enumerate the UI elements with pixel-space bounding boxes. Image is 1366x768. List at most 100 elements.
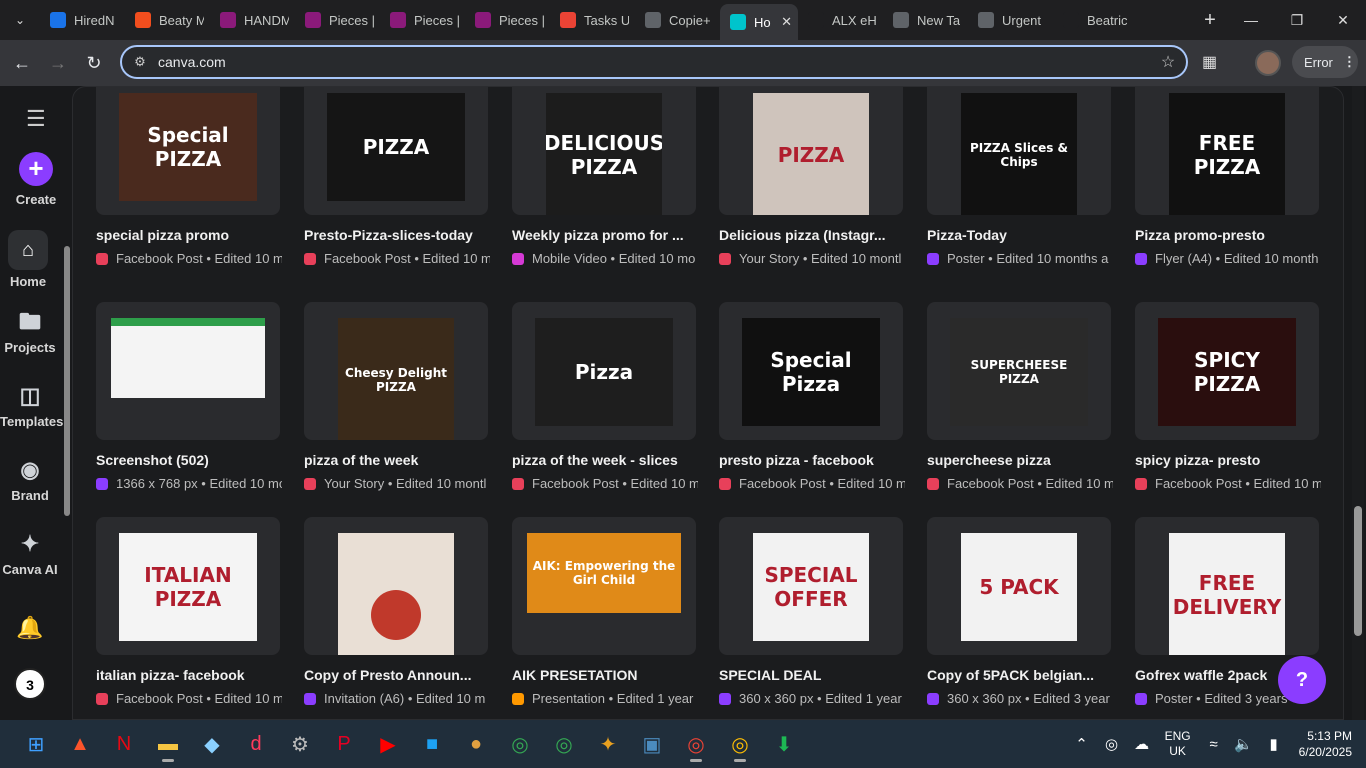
browser-tab[interactable]: Urgent [968, 4, 1053, 36]
design-title[interactable]: Presto-Pizza-slices-today [304, 227, 494, 243]
design-thumbnail[interactable]: 5 PACK [927, 517, 1111, 655]
design-card[interactable]: SPICY PIZZA spicy pizza- presto Facebook P… [1135, 302, 1321, 491]
language-indicator[interactable]: ENG UK [1165, 729, 1191, 759]
new-tab-button[interactable]: + [1192, 9, 1228, 32]
design-card[interactable]: PIZZA Delicious pizza (Instagr... Your Sto… [719, 87, 903, 266]
settings-icon[interactable]: ⚙ [278, 724, 322, 764]
design-title[interactable]: presto pizza - facebook [719, 452, 909, 468]
design-title[interactable]: Pizza-Today [927, 227, 1117, 243]
profile-avatar[interactable] [1255, 50, 1281, 76]
netflix-icon[interactable]: N [102, 724, 146, 764]
design-card[interactable]: FREE PIZZA Pizza promo-presto Flyer (A4) •… [1135, 87, 1319, 266]
clock[interactable]: 5:13 PM 6/20/2025 [1299, 728, 1352, 760]
design-title[interactable]: supercheese pizza [927, 452, 1117, 468]
design-thumbnail[interactable]: FREE DELIVERY [1135, 517, 1319, 655]
browser-tab[interactable]: Beaty M [125, 4, 210, 36]
design-card[interactable]: Cheesy Delight PIZZA pizza of the week You… [304, 302, 488, 491]
browser-tab[interactable]: HiredN [40, 4, 125, 36]
design-card[interactable]: DELICIOUS PIZZA Weekly pizza promo for ..… [512, 87, 696, 266]
youtube-icon[interactable]: ▶ [366, 724, 410, 764]
browser-tab[interactable]: HANDM [210, 4, 295, 36]
design-thumbnail[interactable]: Pizza [512, 302, 696, 440]
design-card[interactable]: Copy of Presto Announ... Invitation (A6) … [304, 517, 488, 706]
design-card[interactable]: Pizza pizza of the week - slices Facebook … [512, 302, 698, 491]
copilot-icon[interactable]: ◆ [190, 724, 234, 764]
design-card[interactable]: Special PIZZA special pizza promo Facebook… [96, 87, 282, 266]
design-title[interactable]: Screenshot (502) [96, 452, 286, 468]
file-explorer-icon[interactable]: ▬ [146, 724, 190, 764]
sidebar-scroll-thumb[interactable] [64, 246, 70, 516]
design-thumbnail[interactable] [304, 517, 488, 655]
design-card[interactable]: Special Pizza presto pizza - facebook Face… [719, 302, 905, 491]
design-title[interactable]: Weekly pizza promo for ... [512, 227, 702, 243]
cloud-icon[interactable]: ☁ [1127, 735, 1157, 753]
download-app-icon[interactable]: ⬇ [762, 724, 806, 764]
design-thumbnail[interactable]: ITALIAN PIZZA [96, 517, 280, 655]
back-arrow-icon[interactable]: ← [4, 53, 40, 74]
sidebar-scrollbar[interactable] [63, 232, 71, 582]
wifi-icon[interactable]: ≈ [1199, 736, 1229, 753]
app-tray-icon[interactable]: ◎ [1097, 735, 1127, 753]
browser-tab[interactable]: Tasks U [550, 4, 635, 36]
sidebar-create[interactable]: + Create [6, 152, 66, 207]
design-thumbnail[interactable]: DELICIOUS PIZZA [512, 87, 696, 215]
design-title[interactable]: SPECIAL DEAL [719, 667, 909, 683]
sidebar-brand[interactable]: ◉ Brand [0, 456, 60, 503]
bookmark-star-icon[interactable]: ☆ [1150, 52, 1186, 72]
sidebar-projects[interactable]: 🖿 Projects [0, 308, 60, 355]
minimize-icon[interactable]: — [1228, 12, 1274, 29]
chrome-profile2-icon[interactable]: ◎ [718, 724, 762, 764]
design-title[interactable]: italian pizza- facebook [96, 667, 286, 683]
twitter-icon[interactable]: ■ [410, 724, 454, 764]
close-window-icon[interactable]: ✕ [1320, 12, 1366, 29]
browser-tab[interactable]: Copie+ [635, 4, 720, 36]
error-button[interactable]: Error ⋮ [1292, 46, 1358, 78]
avatar-app-icon[interactable]: ● [454, 724, 498, 764]
python-icon[interactable]: ▣ [630, 724, 674, 764]
battery-icon[interactable]: ▮ [1259, 735, 1289, 753]
sidebar-home[interactable]: ⌂ Home [0, 230, 58, 289]
design-thumbnail[interactable]: AIK: Empowering the Girl Child [512, 517, 696, 655]
browser-tab[interactable]: Pieces | [380, 4, 465, 36]
design-thumbnail[interactable]: SPECIAL OFFER [719, 517, 903, 655]
design-title[interactable]: Pizza promo-presto [1135, 227, 1325, 243]
design-card[interactable]: ITALIAN PIZZA italian pizza- facebook Face… [96, 517, 282, 706]
design-thumbnail[interactable]: Special PIZZA [96, 87, 280, 215]
pinterest-icon[interactable]: P [322, 724, 366, 764]
design-card[interactable]: SUPERCHEESE PIZZA supercheese pizza Facebo… [927, 302, 1113, 491]
url-text[interactable]: canva.com [158, 54, 226, 70]
hamburger-menu-icon[interactable]: ☰ [26, 106, 46, 132]
tab-search-icon[interactable]: ⌄ [0, 0, 40, 40]
design-thumbnail[interactable]: PIZZA [719, 87, 903, 215]
design-card[interactable]: Screenshot (502) 1366 x 768 px • Edited 1… [96, 302, 282, 491]
browser-tab[interactable]: ALX eH [798, 4, 883, 36]
restore-icon[interactable]: ❐ [1274, 12, 1320, 29]
design-thumbnail[interactable]: SUPERCHEESE PIZZA [927, 302, 1111, 440]
design-thumbnail[interactable]: FREE PIZZA [1135, 87, 1319, 215]
design-title[interactable]: spicy pizza- presto [1135, 452, 1325, 468]
design-title[interactable]: Delicious pizza (Instagr... [719, 227, 909, 243]
design-card[interactable]: PIZZA Presto-Pizza-slices-today Facebook P… [304, 87, 490, 266]
address-bar[interactable]: ⚙ canva.com ☆ [120, 45, 1188, 79]
browser-tab[interactable]: Pieces | [295, 4, 380, 36]
adobe-icon[interactable]: d [234, 724, 278, 764]
close-tab-icon[interactable]: ✕ [781, 14, 792, 30]
design-title[interactable]: pizza of the week [304, 452, 494, 468]
design-title[interactable]: pizza of the week - slices [512, 452, 702, 468]
browser-tab[interactable]: New Ta [883, 4, 968, 36]
sidebar-canva-ai[interactable]: ✦ Canva AI [0, 530, 60, 577]
chrome-icon[interactable]: ◎ [542, 724, 586, 764]
chevron-up-icon[interactable]: ⌃ [1067, 735, 1097, 753]
design-card[interactable]: AIK: Empowering the Girl Child AIK PRESET… [512, 517, 696, 706]
volume-icon[interactable]: 🔈 [1229, 735, 1259, 753]
chrome-active-icon[interactable]: ◎ [674, 724, 718, 764]
design-title[interactable]: Copy of Presto Announ... [304, 667, 494, 683]
design-card[interactable]: PIZZA Slices & Chips Pizza-Today Poster • … [927, 87, 1111, 266]
page-scroll-thumb[interactable] [1354, 506, 1362, 636]
sidebar-templates[interactable]: ◫ Templates [0, 382, 63, 429]
browser-tab[interactable]: Beatric [1053, 4, 1138, 36]
design-thumbnail[interactable]: SPICY PIZZA [1135, 302, 1319, 440]
design-title[interactable]: AIK PRESETATION [512, 667, 702, 683]
forward-arrow-icon[interactable]: → [40, 53, 76, 74]
help-button[interactable]: ? [1278, 656, 1326, 704]
